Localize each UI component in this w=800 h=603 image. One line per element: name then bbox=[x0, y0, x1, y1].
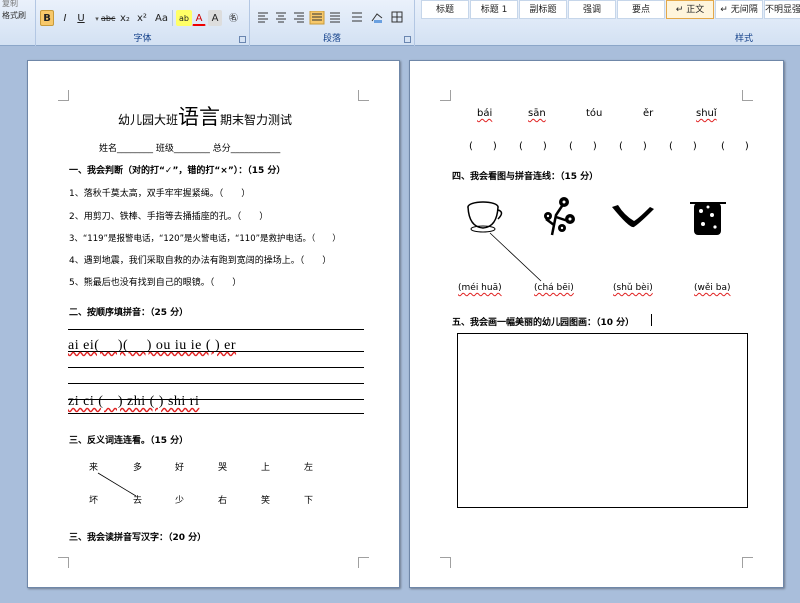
antonym-bottom-3: 少 bbox=[175, 496, 185, 506]
bold-button[interactable]: B bbox=[40, 10, 54, 26]
paragraph-group-label: 段落 bbox=[322, 34, 341, 44]
picture-pinyin-4: (wěi ba) bbox=[694, 283, 731, 293]
drawing-box[interactable] bbox=[457, 333, 748, 508]
page-1: 幼儿园大班语言期末智力测试 姓名________ 班级________ 总分__… bbox=[27, 60, 400, 588]
font-color-button[interactable]: A bbox=[192, 10, 206, 26]
superscript-button[interactable]: x² bbox=[134, 10, 150, 26]
antonym-bottom-5: 笑 bbox=[261, 496, 271, 506]
style-keypoint[interactable]: 要点 bbox=[617, 0, 665, 19]
separator bbox=[172, 10, 173, 26]
style-emphasis[interactable]: 强调 bbox=[568, 0, 616, 19]
antonym-bottom-2: 去 bbox=[133, 496, 143, 506]
style-subtle-emphasis[interactable]: 不明显强调 bbox=[764, 0, 800, 19]
paragraph-tools-icon[interactable] bbox=[256, 11, 406, 25]
page-2: bái sān tóu ěr shuǐ ( ) ( ) ( ) ( ) ( ) … bbox=[409, 60, 784, 588]
section-4-heading: 三、我会读拼音写汉字：（20 分） bbox=[69, 533, 207, 543]
font-dialog-launcher-icon[interactable] bbox=[239, 36, 246, 43]
highlight-button[interactable]: ab bbox=[176, 10, 192, 26]
italic-button[interactable]: I bbox=[58, 10, 72, 26]
antonym-bottom-6: 下 bbox=[304, 496, 314, 506]
style-heading-1[interactable]: 标题 1 bbox=[470, 0, 518, 19]
ribbon: 复制 格式刷 B I U ▾ abc x₂ x² Aa ab A A ㊔ 字体 bbox=[0, 0, 800, 46]
styles-group-label: 样式 bbox=[735, 34, 754, 44]
antonym-bottom-1: 坏 bbox=[89, 496, 99, 506]
strikethrough-button[interactable]: abc bbox=[98, 10, 118, 26]
paragraph-group: 段落 bbox=[250, 0, 415, 46]
font-group: B I U ▾ abc x₂ x² Aa ab A A ㊔ 字体 bbox=[36, 0, 250, 46]
style-subtitle[interactable]: 副标题 bbox=[519, 0, 567, 19]
text-cursor bbox=[651, 314, 652, 326]
style-normal[interactable]: ↵ 正文 bbox=[666, 0, 714, 19]
enclose-char-button[interactable]: ㊔ bbox=[226, 10, 241, 26]
change-case-button[interactable]: Aa bbox=[152, 10, 171, 26]
picture-pinyin-1: (méi huā) bbox=[458, 283, 502, 293]
font-group-label: 字体 bbox=[133, 34, 152, 44]
paragraph-dialog-launcher-icon[interactable] bbox=[404, 36, 411, 43]
subscript-button[interactable]: x₂ bbox=[117, 10, 133, 26]
picture-pinyin-2: (chá bēi) bbox=[534, 283, 574, 293]
copy-button[interactable]: 复制 bbox=[2, 0, 18, 9]
char-shading-button[interactable]: A bbox=[208, 10, 222, 26]
section-5-heading: 五、我会画一幅美丽的幼儿园图画：（10 分） bbox=[452, 318, 635, 328]
style-no-spacing[interactable]: ↵ 无间隔 bbox=[715, 0, 763, 19]
clipboard-group: 复制 格式刷 bbox=[0, 0, 36, 46]
underline-button[interactable]: U bbox=[74, 10, 88, 26]
antonym-bottom-4: 右 bbox=[218, 496, 228, 506]
style-heading[interactable]: 标题 bbox=[421, 0, 469, 19]
format-painter-button[interactable]: 格式刷 bbox=[2, 10, 26, 21]
picture-pinyin-3: (shǔ bèi) bbox=[613, 283, 653, 293]
styles-group: 标题 标题 1 副标题 强调 要点 ↵ 正文 ↵ 无间隔 不明显强调 样式 bbox=[415, 0, 800, 46]
antonym-connector-line bbox=[97, 472, 137, 497]
